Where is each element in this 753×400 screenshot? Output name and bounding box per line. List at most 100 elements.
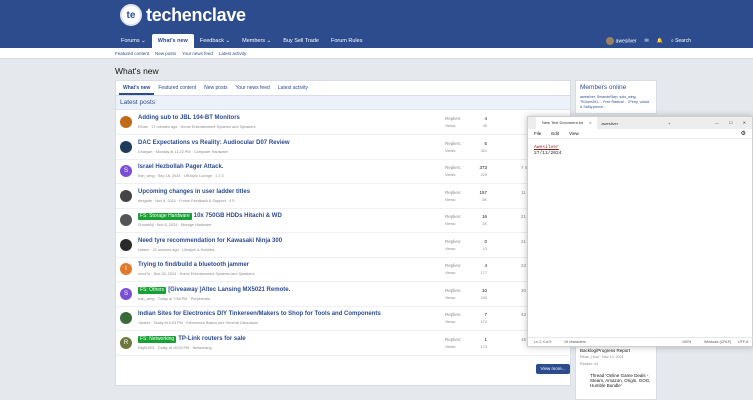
thread-meta: kirfane · 21 minutes ago · Lifestyle & H…: [138, 247, 215, 252]
thread-meta: mxxt7n · Nov 28, 2024 · Home Entertainme…: [138, 272, 255, 276]
nav-tab-whats-new[interactable]: What's new: [151, 34, 194, 48]
view-more-button[interactable]: View more...: [536, 364, 570, 374]
views-label: Views:: [445, 295, 457, 300]
thread-title[interactable]: FS: Others [Giveaway ]Altec Lansing MX502…: [138, 286, 290, 294]
replies-count: 16: [481, 214, 487, 219]
thread-title[interactable]: DAC Expectations vs Reality: Audiocular …: [138, 140, 290, 146]
logo-badge: te: [120, 4, 142, 26]
notepad-window[interactable]: New Text Document.txt × awesilver + — ☐ ✕…: [527, 116, 753, 347]
subnav-latest[interactable]: Latest activity: [219, 48, 246, 59]
avatar[interactable]: S: [120, 287, 132, 300]
thread-row[interactable]: DAC Expectations vs Reality: Audiocular …: [116, 136, 572, 160]
notepad-tab-label: New Text Document.txt: [542, 120, 584, 125]
tab-whats-new[interactable]: What's new: [119, 81, 155, 95]
new-tab-icon[interactable]: +: [668, 121, 670, 126]
search-button[interactable]: ⌕ Search: [671, 38, 691, 44]
notepad-text-area[interactable]: Awesilver 27/11/2024: [528, 139, 752, 163]
thread-title-text: Need tyre recommendation for Kawasaki Ni…: [138, 237, 283, 244]
logo-text: techenclave: [146, 4, 246, 25]
thread-prefix-badge[interactable]: FS: Networking: [138, 335, 177, 343]
thread-row[interactable]: I Trying to find/build a bluetooth jammer…: [116, 258, 572, 282]
tab-close-icon[interactable]: ×: [589, 117, 591, 129]
maximize-icon[interactable]: ☐: [729, 117, 733, 129]
replies-count: 4: [484, 263, 487, 268]
subnav-featured[interactable]: Featured content: [115, 48, 149, 59]
tab-featured[interactable]: Featured content: [154, 81, 200, 95]
subnav: [0, 48, 753, 59]
replies-count: 4: [484, 116, 487, 121]
thread-meta: tran_wing · Today at 7:58 PM · Periphera…: [138, 296, 210, 301]
avatar[interactable]: [120, 140, 132, 153]
nav-tab-members[interactable]: Members ⌄: [236, 34, 277, 48]
notepad-menu: File Edit View: [528, 129, 752, 139]
thread-title[interactable]: FS: Networking TP-Link routers for sale: [138, 335, 246, 343]
notepad-tab[interactable]: New Text Document.txt ×: [536, 117, 598, 129]
sidebar-thread-title[interactable]: Backlog/Progress Report: [576, 347, 656, 354]
notepad-titlebar: New Text Document.txt × awesilver + — ☐ ✕: [528, 117, 752, 129]
text-line-2: 27/11/2024: [534, 151, 562, 156]
thread-title-text: Trying to find/build a bluetooth jammer: [138, 262, 249, 268]
avatar[interactable]: I: [120, 263, 132, 275]
thread-title[interactable]: Trying to find/build a bluetooth jammer: [138, 262, 249, 268]
sidebar-threads-widget: Backlog/Progress Report Ethan_Hunt · Nov…: [575, 340, 657, 400]
notepad-tab-2[interactable]: awesilver: [601, 121, 618, 126]
settings-gear-icon[interactable]: ⚙: [741, 129, 746, 139]
avatar[interactable]: [120, 214, 132, 226]
menu-file[interactable]: File: [534, 129, 541, 138]
avatar[interactable]: [120, 238, 132, 251]
thread-row[interactable]: Indian Sites for Electronics DIY Tinkere…: [116, 307, 572, 331]
thread-meta: Dharyah · Monday at 11:22 PM · Computer …: [138, 149, 229, 154]
thread-row[interactable]: R FS: Networking TP-Link routers for sale R…: [116, 332, 572, 356]
nav-tab-buy-sell[interactable]: Buy Sell Trade: [277, 34, 325, 48]
views-count: 1K: [482, 222, 487, 226]
nav-tab-feedback[interactable]: Feedback ⌄: [194, 34, 236, 48]
thread-title-text: Adding sub to JBL 104-BT Monitors: [138, 115, 240, 121]
nav-tab-forums[interactable]: Forums ⌄: [115, 34, 152, 48]
thread-title[interactable]: FS: Storage Hardware 10x 750GB HDDs Hitac…: [138, 213, 282, 220]
replies-label: Replies:: [445, 238, 462, 244]
thread-row[interactable]: S FS: Others [Giveaway ]Altec Lansing MX50…: [116, 283, 572, 307]
menu-view[interactable]: View: [569, 129, 579, 138]
site-logo[interactable]: te techenclave: [120, 4, 246, 26]
subnav-news-feed[interactable]: Your news feed: [182, 48, 213, 59]
avatar[interactable]: R: [120, 336, 132, 349]
thread-row[interactable]: Need tyre recommendation for Kawasaki Ni…: [116, 234, 572, 258]
menu-edit[interactable]: Edit: [551, 129, 559, 138]
sidebar-thread-title-2[interactable]: Thread 'Online Game Deals - Steam, Amazo…: [576, 372, 656, 389]
thread-meta: tran_wing · Sep 18, 2024 · Off-topic Lou…: [138, 174, 224, 178]
thread-title[interactable]: Israel Hezbollah Pager Attack.: [138, 164, 223, 170]
replies-label: Replies:: [445, 165, 462, 170]
tab-latest-activity[interactable]: Latest activity: [274, 81, 312, 95]
avatar[interactable]: S: [120, 165, 132, 177]
views-count: 229: [480, 173, 487, 177]
subnav-new-posts[interactable]: New posts: [155, 48, 176, 59]
replies-label: Replies:: [445, 214, 462, 219]
thread-title[interactable]: Upcoming changes in user ladder titles: [138, 189, 250, 195]
sidebar-thread-meta: Ethan_Hunt · Nov 10, 2024: [580, 355, 624, 359]
avatar[interactable]: [120, 189, 132, 202]
thread-title[interactable]: Need tyre recommendation for Kawasaki Ni…: [138, 238, 282, 244]
thread-row[interactable]: S Israel Hezbollah Pager Attack. tran_wing…: [116, 160, 572, 184]
thread-row[interactable]: Upcoming changes in user ladder titles rb…: [116, 185, 572, 209]
bell-icon[interactable]: 🔔: [657, 38, 663, 44]
thread-row[interactable]: Adding sub to JBL 104-BT Monitors Ethan ·…: [116, 111, 572, 135]
username: awesilver: [615, 38, 637, 45]
user-menu[interactable]: awesilver: [605, 37, 637, 45]
nav-tab-rules[interactable]: Forum Rules: [325, 34, 368, 48]
minimize-icon[interactable]: —: [715, 117, 719, 129]
members-list[interactable]: awesilver, SmandeStep, solo_wing, TEUser…: [576, 94, 656, 111]
avatar[interactable]: [120, 116, 132, 128]
thread-prefix-badge[interactable]: FS: Others: [138, 286, 167, 294]
tab-new-posts[interactable]: New posts: [200, 81, 231, 95]
views-label: Views:: [445, 246, 457, 251]
avatar[interactable]: [120, 312, 132, 324]
inbox-icon[interactable]: ✉: [645, 38, 649, 44]
tab-news-feed[interactable]: Your news feed: [231, 81, 273, 95]
thread-prefix-badge[interactable]: FS: Storage Hardware: [138, 213, 192, 220]
thread-title-text: Indian Sites for Electronics DIY Tinkere…: [138, 311, 381, 317]
close-icon[interactable]: ✕: [743, 117, 746, 129]
thread-title[interactable]: Indian Sites for Electronics DIY Tinkere…: [138, 311, 381, 317]
thread-row[interactable]: FS: Storage Hardware 10x 750GB HDDs Hitac…: [116, 209, 572, 233]
thread-title[interactable]: Adding sub to JBL 104-BT Monitors: [138, 115, 240, 121]
views-count: 240: [480, 295, 487, 300]
